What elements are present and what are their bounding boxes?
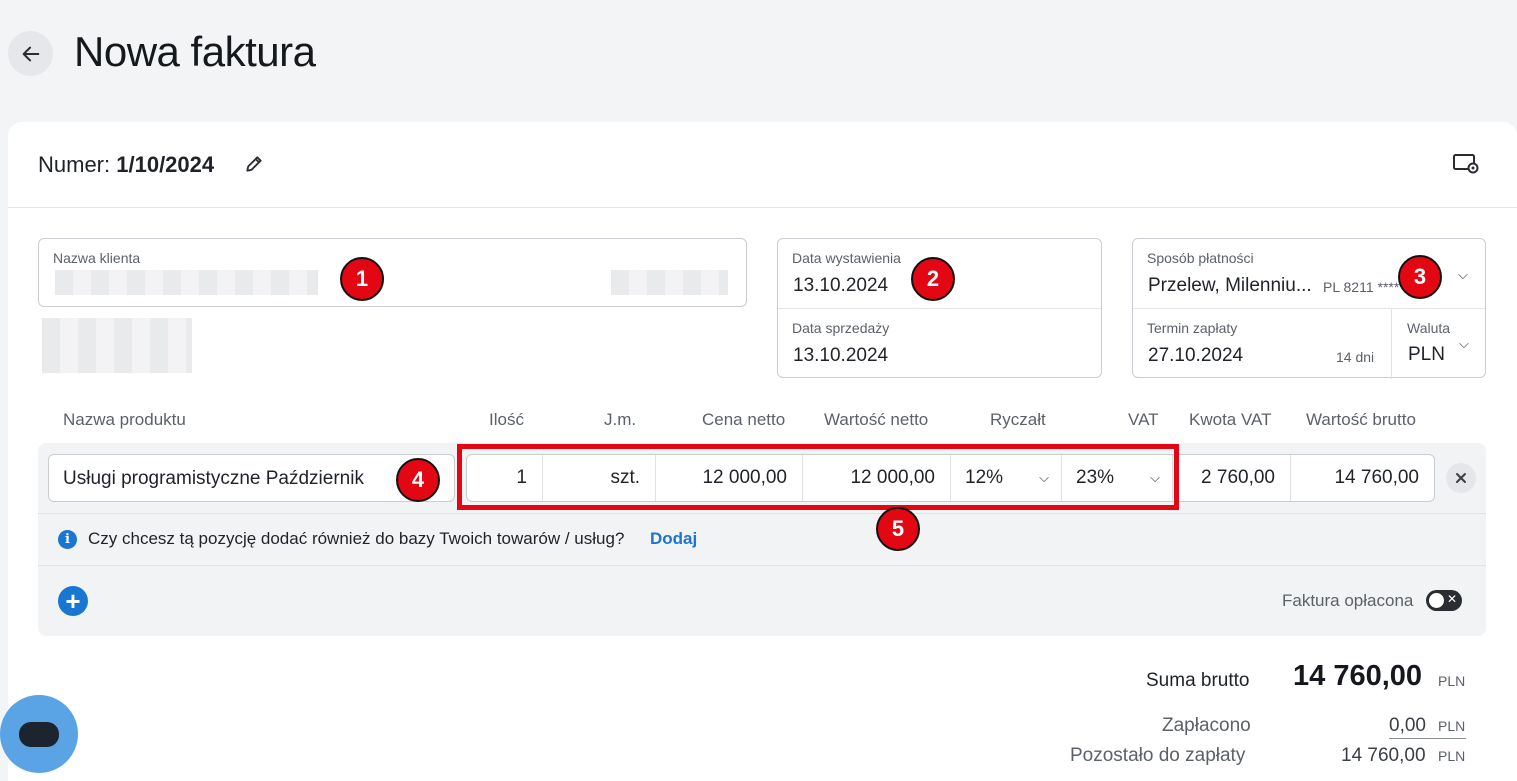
client-address-redacted bbox=[42, 318, 192, 373]
annotation-badge-3: 3 bbox=[1398, 255, 1442, 299]
hint-text: Czy chcesz tą pozycję dodać również do b… bbox=[88, 529, 625, 548]
issue-date-value: 13.10.2024 bbox=[793, 275, 889, 296]
due-days: 14 dni bbox=[1336, 349, 1375, 365]
remove-item-button[interactable] bbox=[1446, 463, 1476, 493]
toggle-off-icon: ✕ bbox=[1446, 592, 1457, 606]
col-product: Nazwa produktu bbox=[63, 410, 186, 429]
sale-date-label: Data sprzedaży bbox=[792, 320, 890, 336]
gross-total-currency: PLN bbox=[1438, 673, 1466, 689]
invoice-number-label: Numer: bbox=[38, 152, 111, 177]
pencil-icon[interactable] bbox=[244, 154, 264, 174]
col-net-value: Wartość netto bbox=[824, 410, 929, 429]
col-vat-amount: Kwota VAT bbox=[1189, 410, 1272, 429]
col-vat: VAT bbox=[1128, 410, 1159, 429]
due-date-label: Termin zapłaty bbox=[1147, 320, 1238, 336]
invoice-number-value: 1/10/2024 bbox=[116, 152, 215, 177]
col-lump: Ryczałt bbox=[990, 410, 1046, 429]
divider bbox=[38, 513, 1486, 514]
product-name-input[interactable]: Usługi programistyczne Październik bbox=[48, 454, 455, 502]
remaining-label: Pozostało do zapłaty bbox=[1070, 745, 1246, 766]
page-title: Nowa faktura bbox=[74, 28, 316, 75]
invoice-paid-toggle[interactable]: ✕ bbox=[1426, 590, 1462, 611]
due-date-field[interactable]: Termin zapłaty 27.10.2024 14 dni bbox=[1133, 309, 1392, 379]
col-net-price: Cena netto bbox=[702, 410, 786, 429]
annotation-badge-5: 5 bbox=[876, 507, 920, 551]
gross-value-value: 14 760,00 bbox=[1334, 467, 1419, 488]
annotation-badge-1: 1 bbox=[340, 257, 384, 301]
paid-amount-label: Zapłacono bbox=[1162, 715, 1251, 736]
payment-method-value: Przelew, Milenniu... bbox=[1148, 275, 1312, 296]
sale-date-value: 13.10.2024 bbox=[793, 345, 889, 366]
back-button[interactable] bbox=[8, 31, 53, 76]
client-name-field[interactable]: Nazwa klienta bbox=[38, 238, 747, 307]
annotation-badge-2: 2 bbox=[911, 257, 955, 301]
client-name-redacted bbox=[55, 270, 318, 295]
paid-amount-currency: PLN bbox=[1438, 718, 1466, 734]
chat-button[interactable] bbox=[0, 695, 78, 773]
plus-icon: + bbox=[65, 586, 81, 616]
currency-value: PLN bbox=[1408, 344, 1445, 365]
arrow-left-icon bbox=[22, 46, 39, 61]
invoice-paid-label: Faktura opłacona bbox=[1282, 591, 1414, 610]
payment-account: PL 8211 **** bbox=[1323, 279, 1400, 295]
annotation-badge-4: 4 bbox=[396, 458, 440, 502]
divider bbox=[38, 565, 1486, 566]
settings-icon[interactable] bbox=[1452, 152, 1480, 176]
annotation-frame bbox=[457, 444, 1179, 510]
toggle-knob bbox=[1429, 593, 1444, 608]
col-gross-value: Wartość brutto bbox=[1306, 410, 1416, 429]
add-item-button[interactable]: + bbox=[58, 586, 88, 616]
issue-date-label: Data wystawienia bbox=[792, 250, 901, 266]
info-icon: i bbox=[58, 530, 77, 549]
payment-method-label: Sposób płatności bbox=[1147, 250, 1254, 266]
client-name-label: Nazwa klienta bbox=[53, 250, 141, 266]
close-icon bbox=[1456, 473, 1466, 483]
client-tax-redacted bbox=[611, 270, 728, 295]
remaining-currency: PLN bbox=[1438, 748, 1466, 764]
vat-amount-value: 2 760,00 bbox=[1173, 455, 1291, 501]
gross-total-value: 14 760,00 bbox=[1293, 660, 1423, 692]
col-qty: Ilość bbox=[489, 410, 524, 429]
invoice-header: Numer: 1/10/2024 bbox=[8, 122, 1517, 208]
chevron-down-icon: ⌵ bbox=[1458, 267, 1468, 282]
remaining-value: 14 760,00 bbox=[1341, 745, 1426, 766]
invoice-number: Numer: 1/10/2024 bbox=[38, 152, 214, 178]
currency-select[interactable]: Waluta PLN ⌵ bbox=[1392, 309, 1487, 379]
sale-date-field[interactable]: Data sprzedaży 13.10.2024 bbox=[778, 309, 1101, 379]
chat-icon bbox=[19, 721, 59, 747]
gross-total-label: Suma brutto bbox=[1146, 670, 1250, 691]
paid-amount-input[interactable]: 0,00 bbox=[1389, 715, 1426, 737]
col-unit: J.m. bbox=[604, 410, 637, 429]
paid-amount-underline bbox=[1389, 738, 1466, 739]
chevron-down-icon: ⌵ bbox=[1459, 336, 1469, 351]
currency-label: Waluta bbox=[1407, 320, 1451, 336]
due-date-value: 27.10.2024 bbox=[1148, 345, 1244, 366]
add-to-catalog-link[interactable]: Dodaj bbox=[650, 529, 697, 549]
